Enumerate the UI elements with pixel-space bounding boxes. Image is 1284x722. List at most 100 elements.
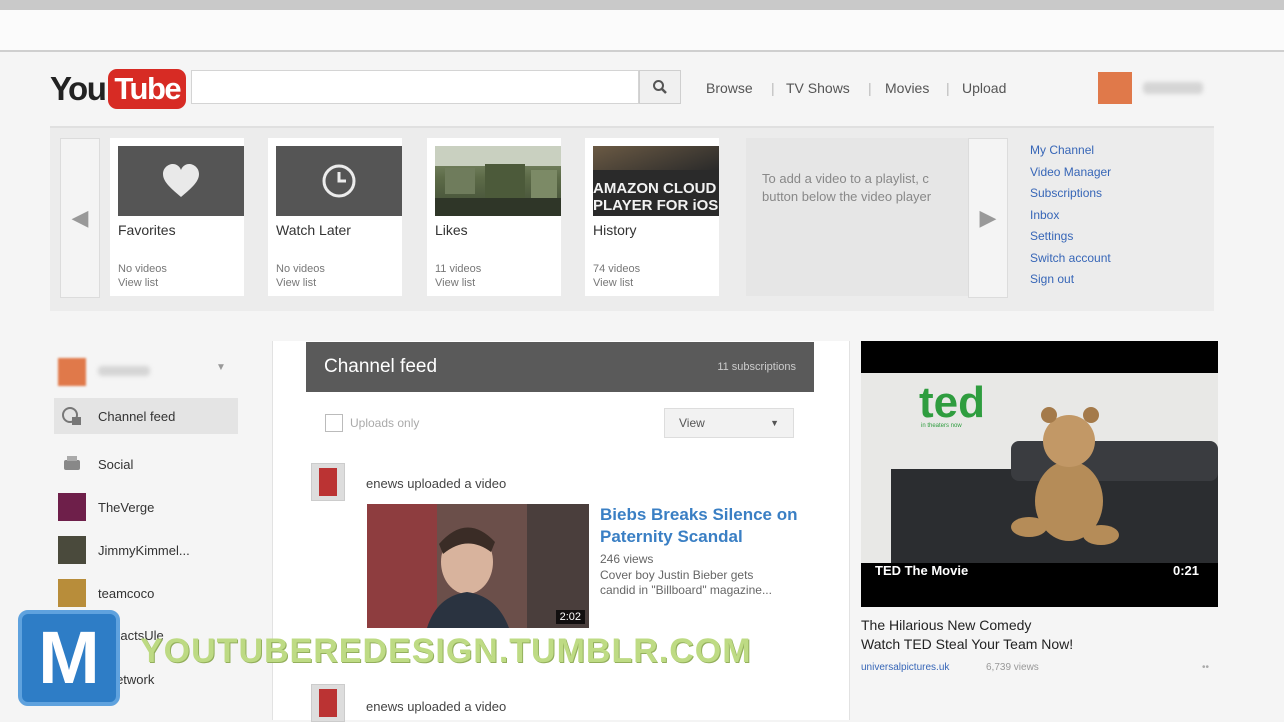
feed-item-header: enews uploaded a video bbox=[366, 476, 506, 491]
tile-view-link[interactable]: View list bbox=[276, 276, 325, 290]
chevron-down-icon[interactable]: ▼ bbox=[216, 362, 226, 373]
ad-views: 6,739 views bbox=[986, 662, 1039, 673]
sidebar-item-channel-feed[interactable]: Channel feed bbox=[58, 401, 175, 431]
ad-video-player[interactable]: ted in theaters now TED The Movie 0:21 bbox=[861, 341, 1218, 607]
likes-thumbnail-image bbox=[435, 146, 561, 216]
browser-toolbar bbox=[0, 0, 1284, 10]
watermark-badge-letter: M bbox=[38, 616, 100, 699]
browser-address-area bbox=[0, 10, 1284, 52]
nav-movies[interactable]: Movies bbox=[885, 80, 929, 96]
hint-line: button below the video player bbox=[762, 189, 932, 204]
search-button[interactable] bbox=[639, 70, 681, 104]
video-thumbnail[interactable]: 2:02 bbox=[367, 504, 589, 628]
menu-switch-account[interactable]: Switch account bbox=[1030, 248, 1111, 270]
feed-item-action: uploaded a video bbox=[407, 476, 507, 491]
sidebar-item-label: Channel feed bbox=[98, 408, 176, 424]
ad-ted-logo: ted bbox=[919, 378, 985, 427]
guide-prev-button[interactable]: ◀ bbox=[60, 138, 100, 298]
tile-view-link[interactable]: View list bbox=[118, 276, 167, 290]
tile-count: 74 videos bbox=[593, 263, 641, 275]
sidebar-user-name-blurred[interactable] bbox=[98, 366, 150, 376]
sidebar-user-avatar[interactable] bbox=[58, 358, 86, 386]
watch-later-thumbnail bbox=[276, 146, 402, 216]
nav-browse[interactable]: Browse bbox=[706, 80, 753, 96]
menu-video-manager[interactable]: Video Manager bbox=[1030, 162, 1111, 184]
ad-duration: 0:21 bbox=[1173, 563, 1200, 578]
description-line: Cover boy Justin Bieber gets bbox=[600, 568, 754, 582]
playlist-tile-favorites[interactable]: Favorites No videos View list bbox=[110, 138, 244, 296]
youtube-logo[interactable]: You Tube bbox=[50, 68, 187, 110]
user-avatar[interactable] bbox=[1098, 72, 1132, 104]
ad-title[interactable]: The Hilarious New Comedy Watch TED Steal… bbox=[861, 616, 1201, 654]
playlist-tile-likes[interactable]: Likes 11 videos View list bbox=[427, 138, 561, 296]
ad-caption: TED The Movie bbox=[875, 563, 969, 578]
history-thumb-text: AMAZON CLOUD bbox=[593, 180, 717, 197]
channel-avatar bbox=[58, 579, 86, 607]
tile-view-link[interactable]: View list bbox=[593, 276, 640, 290]
history-thumbnail-bg bbox=[593, 146, 719, 170]
sidebar-item-channel[interactable]: teamcoco bbox=[58, 578, 154, 608]
favorites-thumbnail bbox=[118, 146, 244, 216]
nav-upload[interactable]: Upload bbox=[962, 80, 1006, 96]
description-line: candid in "Billboard" magazine... bbox=[600, 583, 772, 597]
chevron-right-icon: ▶ bbox=[979, 205, 997, 230]
menu-my-channel[interactable]: My Channel bbox=[1030, 140, 1111, 162]
uploads-only-checkbox[interactable] bbox=[325, 414, 343, 432]
social-icon bbox=[64, 456, 80, 470]
view-dropdown[interactable]: View ▼ bbox=[664, 408, 794, 438]
nav-tv-shows[interactable]: TV Shows bbox=[786, 80, 850, 96]
feed-subscription-count[interactable]: 11 subscriptions bbox=[717, 361, 796, 373]
sidebar-item-channel[interactable]: TheVerge bbox=[58, 492, 154, 522]
nav-separator: | bbox=[868, 80, 872, 96]
sidebar-item-label: TheVerge bbox=[98, 499, 155, 515]
feed-title: Channel feed bbox=[324, 356, 438, 377]
channel-feed-icon bbox=[62, 407, 81, 425]
user-name-blurred[interactable] bbox=[1143, 82, 1203, 94]
tile-name: Watch Later bbox=[276, 222, 351, 238]
guide-next-button[interactable]: ▶ bbox=[968, 138, 1008, 298]
tile-name: Likes bbox=[435, 222, 468, 238]
video-description: Cover boy Justin Bieber gets candid in "… bbox=[600, 568, 822, 598]
feed-item-action: uploaded a video bbox=[407, 699, 507, 714]
tile-count: 11 videos bbox=[435, 263, 482, 275]
sidebar-item-channel[interactable]: JimmyKimmel... bbox=[58, 535, 190, 565]
sidebar-item-label: JimmyKimmel... bbox=[98, 542, 190, 558]
video-duration: 2:02 bbox=[555, 610, 585, 624]
ad-source-link[interactable]: universalpictures.uk bbox=[861, 662, 949, 673]
watermark-text: YOUTUBEREDESIGN.TUMBLR.COM bbox=[140, 632, 752, 670]
ad-logo-subtitle: in theaters now bbox=[921, 423, 962, 429]
ad-title-line: Watch TED Steal Your Team Now! bbox=[861, 636, 1074, 652]
menu-sign-out[interactable]: Sign out bbox=[1030, 269, 1111, 291]
channel-avatar bbox=[58, 493, 86, 521]
feed-header: Channel feed 11 subscriptions bbox=[306, 342, 814, 392]
playlist-tile-watch-later[interactable]: Watch Later No videos View list bbox=[268, 138, 402, 296]
sidebar-item-label: teamcoco bbox=[98, 585, 155, 601]
ad-title-line: The Hilarious New Comedy bbox=[861, 617, 1032, 633]
feed-item-channel[interactable]: enews bbox=[366, 476, 404, 491]
menu-subscriptions[interactable]: Subscriptions bbox=[1030, 183, 1111, 205]
channel-favicon[interactable] bbox=[311, 463, 345, 501]
uploads-only-label: Uploads only bbox=[350, 416, 420, 430]
tile-view-link[interactable]: View list bbox=[435, 276, 481, 290]
tile-count: No videos bbox=[118, 263, 167, 275]
heart-icon bbox=[163, 164, 199, 197]
sidebar-item-social[interactable]: Social bbox=[58, 449, 133, 479]
chevron-down-icon: ▼ bbox=[770, 418, 779, 428]
channel-favicon[interactable] bbox=[311, 684, 345, 722]
menu-inbox[interactable]: Inbox bbox=[1030, 205, 1111, 227]
chevron-left-icon: ◀ bbox=[71, 205, 89, 230]
clock-icon bbox=[322, 164, 356, 198]
channel-avatar bbox=[58, 536, 86, 564]
ad-info-icon[interactable]: •• bbox=[1202, 662, 1209, 673]
tile-name: History bbox=[593, 222, 637, 238]
sidebar-item-label: Social bbox=[98, 456, 134, 472]
playlist-hint: To add a video to a playlist, c button b… bbox=[746, 138, 968, 296]
tile-name: Favorites bbox=[118, 222, 176, 238]
menu-settings[interactable]: Settings bbox=[1030, 226, 1111, 248]
video-title-link[interactable]: Biebs Breaks Silence on Paternity Scanda… bbox=[600, 504, 820, 548]
feed-item-channel[interactable]: enews bbox=[366, 699, 404, 714]
search-input[interactable] bbox=[191, 70, 639, 104]
history-thumbnail: AMAZON CLOUD PLAYER FOR iOS bbox=[593, 146, 719, 216]
playlist-tile-history[interactable]: AMAZON CLOUD PLAYER FOR iOS History 74 v… bbox=[585, 138, 719, 296]
nav-separator: | bbox=[771, 80, 775, 96]
